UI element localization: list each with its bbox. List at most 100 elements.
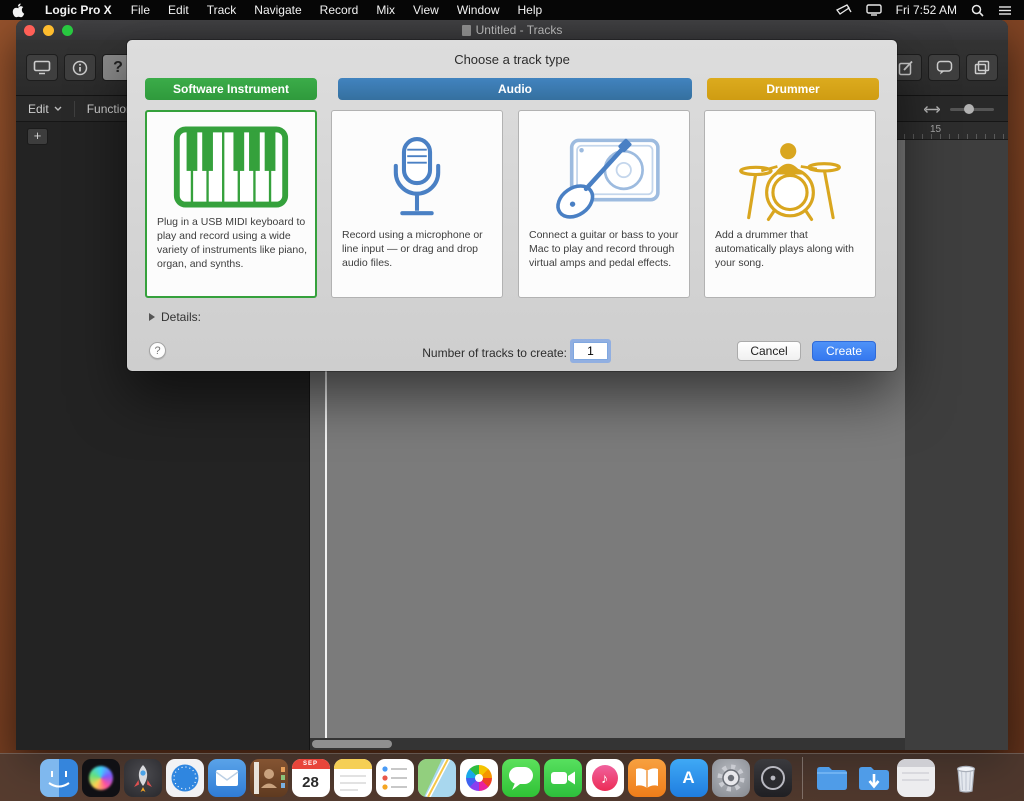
- dock-item-siri[interactable]: [82, 759, 120, 797]
- card-software-instrument[interactable]: Plug in a USB MIDI keyboard to play and …: [145, 110, 317, 298]
- dock-item-music[interactable]: ♪: [586, 759, 624, 797]
- category-label: Drummer: [766, 82, 819, 96]
- create-button[interactable]: Create: [812, 341, 876, 361]
- details-label: Details:: [161, 310, 201, 324]
- dock-item-launchpad[interactable]: [124, 759, 162, 797]
- maps-icon: [418, 759, 456, 797]
- drum-kit-icon: [734, 135, 846, 223]
- edit-menu-button[interactable]: Edit: [16, 102, 74, 116]
- category-audio[interactable]: Audio: [338, 78, 692, 100]
- microphone-icon: [379, 135, 455, 223]
- dock-item-minimized-window[interactable]: [897, 759, 935, 797]
- dock-item-facetime[interactable]: [544, 759, 582, 797]
- display-icon[interactable]: [866, 4, 882, 16]
- details-disclosure[interactable]: Details:: [149, 310, 201, 324]
- tracks-area-right-gutter: [905, 140, 1008, 750]
- apple-menu[interactable]: [0, 3, 35, 18]
- window-thumbnail-content: [902, 772, 929, 774]
- dock-item-downloads-folder[interactable]: [855, 759, 893, 797]
- dock-item-maps[interactable]: [418, 759, 456, 797]
- spotlight-icon[interactable]: [971, 4, 984, 17]
- create-label: Create: [826, 344, 862, 358]
- dock-item-applications-folder[interactable]: [813, 759, 851, 797]
- apple-loops-button[interactable]: [928, 54, 960, 81]
- media-browser-icon: [974, 60, 990, 75]
- cancel-label: Cancel: [750, 344, 787, 358]
- notes-icon: [334, 759, 372, 797]
- choose-track-type-dialog: Choose a track type Software Instrument …: [127, 40, 897, 371]
- disclosure-triangle-icon: [149, 313, 155, 321]
- dock-item-messages[interactable]: [502, 759, 540, 797]
- category-drummer[interactable]: Drummer: [707, 78, 879, 100]
- card-description: Plug in a USB MIDI keyboard to play and …: [157, 216, 307, 271]
- dock-item-finder[interactable]: [40, 759, 78, 797]
- dock-item-books[interactable]: [628, 759, 666, 797]
- midi-keyboard-icon[interactable]: [836, 4, 852, 16]
- category-software-instrument[interactable]: Software Instrument: [145, 78, 317, 100]
- menu-edit[interactable]: Edit: [159, 3, 198, 17]
- dock-item-app-store[interactable]: A: [670, 759, 708, 797]
- menu-window[interactable]: Window: [448, 3, 509, 17]
- menu-track[interactable]: Track: [198, 3, 246, 17]
- display-icon: [33, 60, 51, 75]
- app-store-letter: A: [682, 768, 694, 788]
- dock-item-contacts[interactable]: [250, 759, 288, 797]
- dock-separator: [802, 757, 803, 799]
- close-button[interactable]: [24, 25, 35, 36]
- window-title: Untitled - Tracks: [476, 23, 563, 37]
- help-button[interactable]: ?: [149, 342, 166, 359]
- menu-file[interactable]: File: [122, 3, 159, 17]
- dock-item-system-preferences[interactable]: [712, 759, 750, 797]
- dialog-title: Choose a track type: [127, 52, 897, 67]
- menu-clock[interactable]: Fri 7:52 AM: [896, 3, 957, 17]
- card-description: Connect a guitar or bass to your Mac to …: [529, 229, 681, 271]
- cancel-button[interactable]: Cancel: [737, 341, 801, 361]
- dock-item-dvd-player[interactable]: [754, 759, 792, 797]
- zoom-button[interactable]: [62, 25, 73, 36]
- dock: SEP 28: [0, 753, 1024, 801]
- dock-item-calendar[interactable]: SEP 28: [292, 759, 330, 797]
- inspector-icon: [72, 60, 88, 76]
- card-audio-microphone[interactable]: Record using a microphone or line input …: [331, 110, 503, 298]
- menu-app-name[interactable]: Logic Pro X: [35, 3, 122, 17]
- menu-help[interactable]: Help: [509, 3, 552, 17]
- apple-logo-icon: [12, 3, 25, 18]
- photos-flower-icon: [466, 765, 492, 791]
- disc-icon: [754, 759, 792, 797]
- video-camera-icon: [544, 759, 582, 797]
- zoom-slider[interactable]: [950, 108, 994, 111]
- add-track-button[interactable]: +: [27, 128, 48, 145]
- browsers-button[interactable]: [966, 54, 998, 81]
- dock-item-notes[interactable]: [334, 759, 372, 797]
- notification-center-icon[interactable]: [998, 5, 1012, 16]
- window-thumbnail-titlebar: [897, 759, 935, 767]
- card-drummer[interactable]: Add a drummer that automatically plays a…: [704, 110, 876, 298]
- zoom-slider-handle[interactable]: [964, 104, 974, 114]
- inspector-button[interactable]: [64, 54, 96, 81]
- card-audio-guitar[interactable]: Connect a guitar or bass to your Mac to …: [518, 110, 690, 298]
- menu-view[interactable]: View: [404, 3, 448, 17]
- dock-item-safari[interactable]: [166, 759, 204, 797]
- menu-record[interactable]: Record: [311, 3, 368, 17]
- window-controls: [24, 25, 73, 36]
- mail-envelope-icon: [208, 759, 246, 797]
- card-description: Add a drummer that automatically plays a…: [715, 229, 867, 271]
- menu-navigate[interactable]: Navigate: [245, 3, 310, 17]
- contacts-book-icon: [250, 759, 288, 797]
- category-label: Software Instrument: [173, 82, 289, 96]
- horizontal-scrollbar[interactable]: [310, 738, 905, 750]
- minimize-button[interactable]: [43, 25, 54, 36]
- tracks-count-input[interactable]: [573, 342, 608, 360]
- dock-item-mail[interactable]: [208, 759, 246, 797]
- horizontal-scrollbar-handle[interactable]: [312, 740, 392, 748]
- dock-item-trash[interactable]: [947, 759, 985, 797]
- chevron-down-icon: [54, 106, 62, 111]
- midi-keyboard-icon: [172, 126, 290, 208]
- display-mode-button[interactable]: [26, 54, 58, 81]
- menu-mix[interactable]: Mix: [367, 3, 404, 17]
- dock-item-reminders[interactable]: [376, 759, 414, 797]
- window-titlebar[interactable]: Untitled - Tracks: [16, 20, 1008, 40]
- dock-item-photos[interactable]: [460, 759, 498, 797]
- tracks-count-label: Number of tracks to create:: [367, 346, 567, 360]
- edit-menu-label: Edit: [28, 102, 49, 116]
